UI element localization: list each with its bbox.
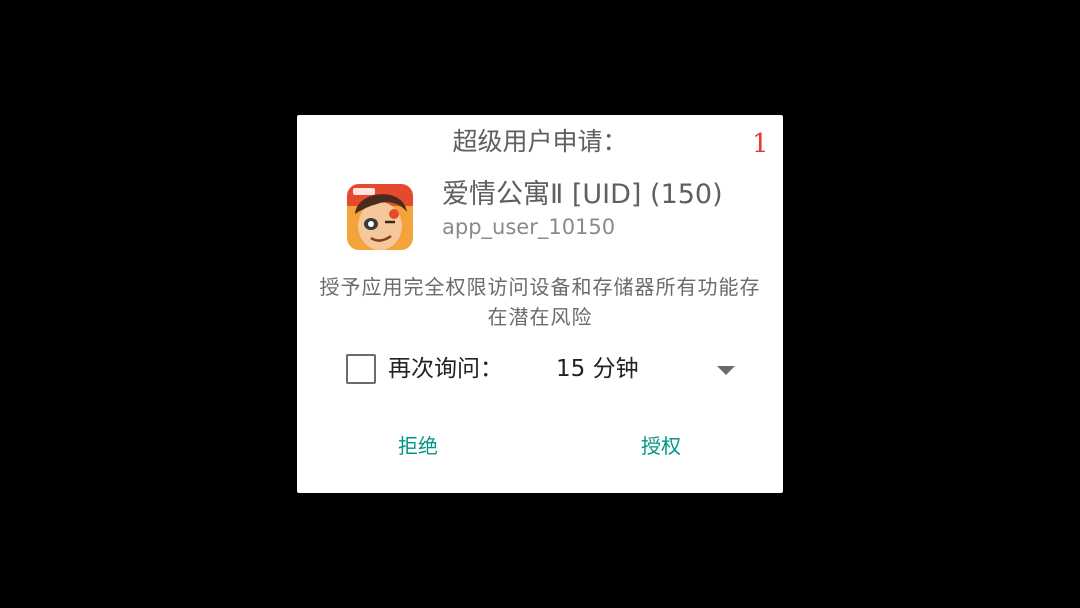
- deny-button[interactable]: 拒绝: [368, 428, 468, 464]
- app-icon: [347, 184, 413, 250]
- ask-again-label: 再次询问：: [388, 356, 503, 382]
- request-counter: 1: [752, 129, 769, 159]
- duration-value: 15 分钟: [556, 356, 639, 382]
- permission-warning-message: 授予应用完全权限访问设备和存储器所有功能存在潜在风险: [319, 275, 761, 329]
- grant-button[interactable]: 授权: [611, 428, 711, 464]
- app-user-id: app_user_10150: [442, 215, 616, 239]
- cartoon-boy-icon: [347, 184, 413, 250]
- dialog-title: 超级用户申请：: [452, 127, 628, 156]
- dropdown-arrow-icon: [717, 366, 735, 375]
- duration-dropdown[interactable]: 15 分钟: [546, 350, 746, 388]
- ask-again-checkbox[interactable]: [346, 354, 376, 384]
- app-name: 爱情公寓Ⅱ [UID] (150): [442, 179, 723, 210]
